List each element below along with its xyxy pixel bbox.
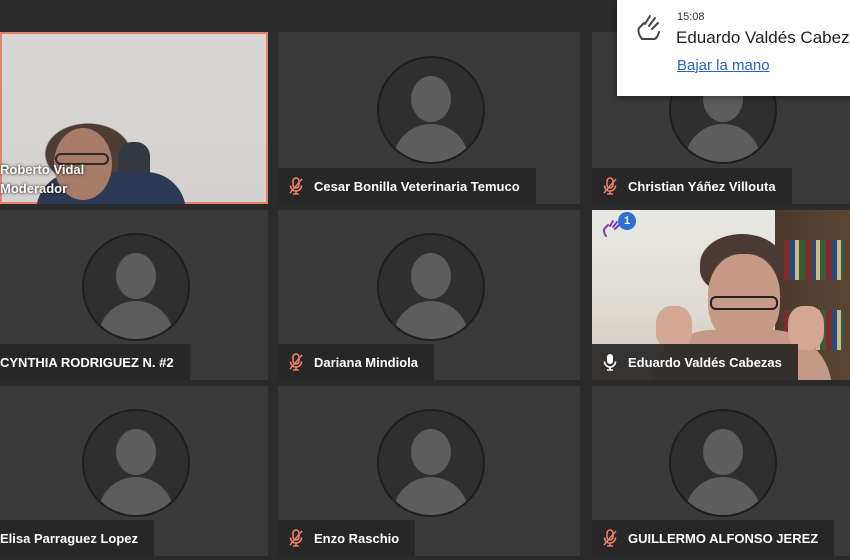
participant-name: GUILLERMO ALFONSO JEREZ	[628, 530, 819, 546]
participant-name: Elisa Parraguez Lopez	[0, 530, 138, 546]
raised-hand-notification: 15:08 Eduardo Valdés Cabezas Bajar la ma…	[617, 0, 850, 96]
avatar-placeholder-icon	[377, 56, 485, 164]
avatar-placeholder-icon	[377, 233, 485, 341]
notification-participant-name: Eduardo Valdés Cabezas	[676, 28, 850, 47]
mic-muted-icon	[603, 529, 617, 547]
participant-name-tag: Christian Yáñez Villouta	[592, 168, 792, 204]
avatar-placeholder-icon	[82, 409, 190, 517]
notification-time: 15:08	[677, 11, 705, 23]
participant-name: Roberto Vidal	[0, 162, 85, 177]
mic-icon	[603, 354, 617, 371]
participant-name: Dariana Mindiola	[314, 354, 419, 370]
participant-tile[interactable]: CYNTHIA RODRIGUEZ N. #2	[0, 210, 268, 380]
participant-name-tag: Roberto Vidal Moderador	[0, 156, 94, 202]
lower-hand-link[interactable]: Bajar la mano	[677, 57, 770, 74]
avatar-placeholder-icon	[82, 233, 190, 341]
avatar-placeholder-icon	[377, 409, 485, 517]
participant-name-tag: Enzo Raschio	[278, 520, 416, 556]
participant-name-tag: GUILLERMO ALFONSO JEREZ	[592, 520, 835, 556]
participant-name: Eduardo Valdés Cabezas	[628, 354, 782, 370]
participant-name-tag: Cesar Bonilla Veterinaria Temuco	[278, 168, 536, 204]
participant-tile[interactable]: GUILLERMO ALFONSO JEREZ	[592, 386, 850, 556]
video-tile-eduardo-valdes[interactable]: 1 Eduardo Valdés Cabezas	[592, 210, 850, 380]
hand-count-badge: 1	[618, 212, 636, 230]
participant-name: Christian Yáñez Villouta	[628, 178, 776, 194]
participant-tile[interactable]: Cesar Bonilla Veterinaria Temuco	[278, 32, 580, 204]
participant-tile[interactable]: Enzo Raschio	[278, 386, 580, 556]
mic-muted-icon	[289, 353, 303, 371]
participant-role: Moderador	[0, 181, 68, 196]
raised-hand-icon	[637, 15, 660, 40]
mic-muted-icon	[289, 529, 303, 547]
participant-tile[interactable]: Elisa Parraguez Lopez	[0, 386, 268, 556]
mic-muted-icon	[289, 177, 303, 195]
video-tile-roberto-vidal[interactable]: Roberto Vidal Moderador	[0, 32, 268, 204]
participant-name-tag: Dariana Mindiola	[278, 344, 435, 380]
participant-name: CYNTHIA RODRIGUEZ N. #2	[0, 354, 174, 370]
participant-name-tag: Elisa Parraguez Lopez	[0, 520, 154, 556]
participant-name: Enzo Raschio	[314, 530, 400, 546]
avatar-placeholder-icon	[669, 409, 777, 517]
participant-name-tag: CYNTHIA RODRIGUEZ N. #2	[0, 344, 190, 380]
video-glasses	[710, 296, 778, 310]
participant-tile[interactable]: Dariana Mindiola	[278, 210, 580, 380]
participant-name: Cesar Bonilla Veterinaria Temuco	[314, 178, 520, 194]
mic-muted-icon	[603, 177, 617, 195]
participant-name-tag: Eduardo Valdés Cabezas	[592, 344, 798, 380]
raised-hand-badge: 1	[598, 212, 636, 240]
